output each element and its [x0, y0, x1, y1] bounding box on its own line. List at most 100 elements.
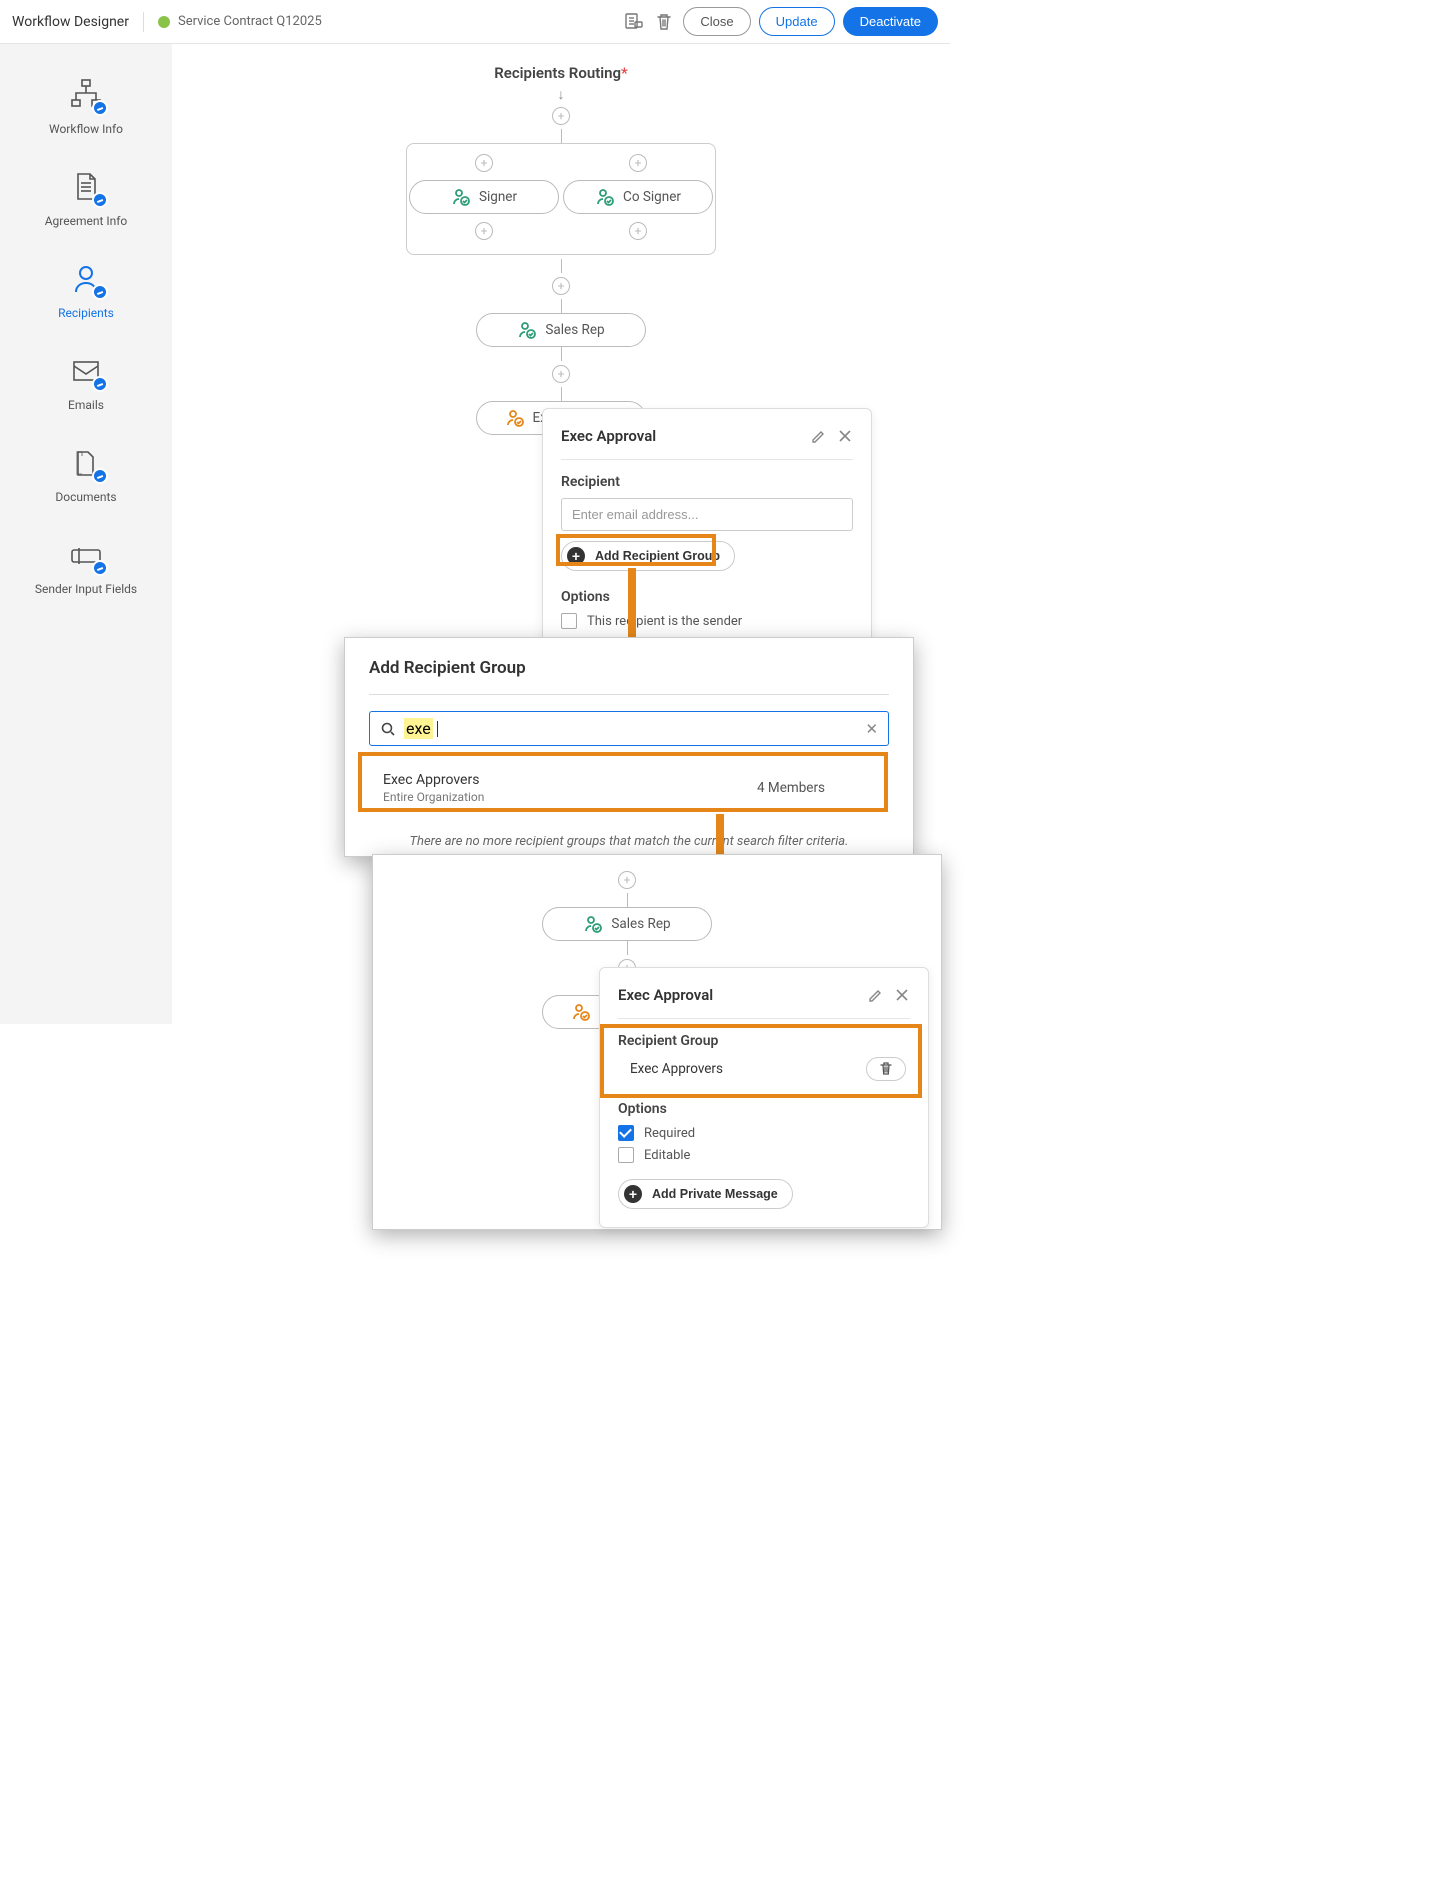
add-recipient-group-modal: Add Recipient Group exe ✕ Exec Approvers…: [344, 637, 914, 857]
close-icon[interactable]: [894, 987, 910, 1003]
recipients-icon: [66, 262, 106, 298]
add-node-button[interactable]: +: [629, 154, 647, 172]
recipient-group-label: Recipient Group: [618, 1033, 910, 1049]
page-title: Workflow Designer: [12, 14, 129, 30]
options-label: Options: [618, 1101, 910, 1117]
emails-icon: [66, 354, 106, 390]
divider: [561, 459, 853, 460]
add-private-label: Add Private Message: [652, 1187, 778, 1201]
sidebar-item-label: Documents: [55, 490, 116, 504]
connector: [627, 893, 628, 907]
role-sales-rep[interactable]: Sales Rep: [542, 907, 712, 941]
sidebar-item-emails[interactable]: Emails: [0, 340, 172, 432]
checkbox[interactable]: [618, 1147, 634, 1163]
add-node-button[interactable]: +: [475, 222, 493, 240]
panel-title: Exec Approval: [561, 427, 811, 445]
modal-title: Add Recipient Group: [369, 658, 889, 678]
sidebar-item-label: Agreement Info: [45, 214, 128, 228]
trash-icon[interactable]: [653, 11, 675, 33]
option-editable[interactable]: Editable: [618, 1147, 910, 1163]
option-required[interactable]: Required: [618, 1125, 910, 1141]
role-co-signer[interactable]: Co Signer: [563, 180, 713, 214]
sidebar-item-recipients[interactable]: Recipients: [0, 248, 172, 340]
sender-input-icon: [66, 538, 106, 574]
documents-icon: [66, 446, 106, 482]
person-check-icon: [595, 187, 615, 207]
remove-group-button[interactable]: [866, 1057, 906, 1081]
option-label: This recipient is the sender: [587, 614, 742, 629]
panel-icons: [811, 428, 853, 444]
result-sub: Entire Organization: [383, 790, 484, 804]
canvas-title-text: Recipients Routing: [494, 64, 621, 82]
connector: [627, 941, 628, 955]
search-icon: [380, 721, 396, 737]
divider: [618, 1018, 910, 1019]
exec-approval-panel-2: Exec Approval Recipient Group Exec Appro…: [599, 967, 929, 1228]
add-private-message-button[interactable]: + Add Private Message: [618, 1179, 793, 1209]
deactivate-button[interactable]: Deactivate: [843, 7, 938, 36]
checkbox[interactable]: [561, 613, 577, 629]
sidebar: Workflow Info Agreement Info Recipients …: [0, 44, 172, 1024]
role-label: Co Signer: [623, 189, 681, 205]
sidebar-item-label: Recipients: [58, 306, 114, 320]
exec-approval-panel: Exec Approval Recipient + Add Recipient …: [542, 408, 872, 654]
plus-icon: +: [567, 547, 585, 565]
clear-icon[interactable]: ✕: [865, 720, 878, 738]
panel-title: Exec Approval: [618, 986, 868, 1004]
sidebar-item-label: Emails: [68, 398, 104, 412]
sidebar-item-documents[interactable]: Documents: [0, 432, 172, 524]
person-check-icon: [517, 320, 537, 340]
add-recipient-group-button[interactable]: + Add Recipient Group: [561, 541, 735, 571]
role-signer[interactable]: Signer: [409, 180, 559, 214]
add-node-button[interactable]: +: [618, 871, 636, 889]
close-button[interactable]: Close: [683, 7, 750, 36]
add-group-label: Add Recipient Group: [595, 549, 720, 563]
add-node-button[interactable]: +: [629, 222, 647, 240]
checkbox[interactable]: [618, 1125, 634, 1141]
plus-icon: +: [624, 1185, 642, 1203]
connector: [561, 299, 562, 313]
option-sender[interactable]: This recipient is the sender: [561, 613, 853, 629]
person-check-icon: [451, 187, 471, 207]
panel-icons: [868, 987, 910, 1003]
recipient-label: Recipient: [561, 474, 853, 490]
divider: [369, 694, 889, 695]
workflow-name: Service Contract Q12025: [178, 14, 623, 29]
sidebar-item-label: Sender Input Fields: [35, 582, 137, 596]
parallel-branch: + + Signer Co Signer + +: [406, 143, 716, 255]
connector: [561, 259, 562, 273]
role-sales-rep[interactable]: Sales Rep: [476, 313, 646, 347]
sidebar-item-workflow-info[interactable]: Workflow Info: [0, 64, 172, 156]
add-node-button[interactable]: +: [552, 277, 570, 295]
panel-header: Exec Approval: [561, 427, 853, 445]
sidebar-item-agreement-info[interactable]: Agreement Info: [0, 156, 172, 248]
header-actions: Close Update Deactivate: [623, 7, 938, 36]
form-icon[interactable]: [623, 11, 645, 33]
update-button[interactable]: Update: [759, 7, 835, 36]
connector: [561, 347, 562, 361]
edit-icon[interactable]: [868, 987, 884, 1003]
group-value-row: Exec Approvers: [618, 1057, 910, 1081]
sidebar-item-label: Workflow Info: [49, 122, 123, 136]
option-label: Required: [644, 1126, 695, 1141]
person-check-icon: [505, 408, 525, 428]
add-node-button[interactable]: +: [552, 365, 570, 383]
result-row[interactable]: Exec Approvers Entire Organization 4 Mem…: [369, 760, 889, 816]
person-check-icon: [583, 914, 603, 934]
search-input[interactable]: exe ✕: [369, 711, 889, 746]
connector: [561, 129, 562, 143]
result-name: Exec Approvers: [383, 772, 484, 788]
email-input[interactable]: [561, 498, 853, 531]
sidebar-item-sender-input[interactable]: Sender Input Fields: [0, 524, 172, 616]
caret-icon: [437, 721, 438, 737]
required-marker: *: [621, 64, 628, 82]
edit-icon[interactable]: [811, 428, 827, 444]
add-node-button[interactable]: +: [552, 107, 570, 125]
workflow-info-icon: [66, 78, 106, 114]
group-value: Exec Approvers: [630, 1061, 723, 1077]
close-icon[interactable]: [837, 428, 853, 444]
role-label: Sales Rep: [545, 322, 604, 338]
divider: [143, 12, 144, 32]
add-node-button[interactable]: +: [475, 154, 493, 172]
connector: [561, 387, 562, 401]
